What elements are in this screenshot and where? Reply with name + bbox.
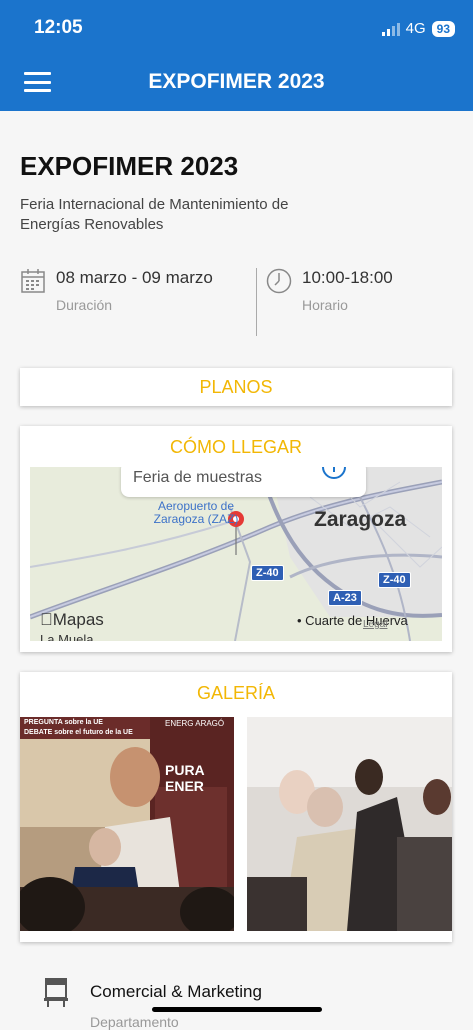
photo-panel-speakers [20, 717, 234, 931]
department-title: Comercial & Marketing [90, 982, 262, 1001]
calendar-icon [21, 269, 45, 293]
hours-info: 10:00-18:00 Horario [266, 268, 393, 313]
map-road-a23: A-23 [328, 590, 362, 606]
status-indicators: 4G 93 [381, 20, 455, 37]
status-time: 12:05 [34, 17, 83, 38]
planos-button[interactable]: PLANOS [20, 368, 452, 406]
como-llegar-card[interactable]: CÓMO LLEGAR Feria de muestras Aeropuerto… [20, 426, 452, 652]
apple-icon:  [40, 610, 53, 629]
home-indicator [152, 1007, 322, 1012]
planos-label: PLANOS [199, 377, 273, 397]
app-header: 12:05 4G 93 EXPOFIMER 2023 [0, 0, 473, 111]
photo-audience [247, 717, 452, 931]
map-airport-label: Aeropuerto de Zaragoza (ZAZ) [153, 499, 239, 526]
map-road-z40-a: Z-40 [251, 565, 284, 581]
map-view[interactable]: Feria de muestras Aeropuerto de Zaragoza… [30, 467, 442, 641]
clock-icon [266, 268, 292, 294]
map-road-z40-b: Z-40 [378, 572, 411, 588]
como-llegar-label: CÓMO LLEGAR [169, 437, 303, 457]
map-legal-link[interactable]: Legal [363, 619, 387, 630]
gallery-photo-1[interactable]: PREGUNTA sobre la UE DEBATE sobre el fut… [20, 717, 234, 931]
dates-info: 08 marzo - 09 marzo Duración [20, 268, 213, 313]
galeria-card[interactable]: GALERÍA PREGUNTA sobre la UE DEBATE sobr… [20, 672, 452, 942]
department-caption: Departamento [90, 1014, 179, 1030]
hours-caption: Horario [302, 297, 348, 313]
dates-value: 08 marzo - 09 marzo [56, 268, 213, 287]
event-subtitle: Feria Internacional de Mantenimiento de … [20, 196, 289, 233]
map-town2-label: La Muela [40, 632, 94, 641]
map-city-label: Zaragoza [314, 508, 407, 531]
map-callout-label: Feria de muestras [133, 469, 262, 486]
maps-logo: Mapas [40, 610, 104, 629]
app-title: EXPOFIMER 2023 [148, 70, 325, 93]
store-icon [44, 978, 68, 1007]
network-label: 4G [405, 20, 426, 37]
map-callout[interactable]: Feria de muestras [121, 467, 366, 497]
dates-caption: Duración [56, 297, 113, 313]
battery-icon: 93 [431, 20, 455, 37]
signal-icon [381, 22, 400, 36]
gallery-photo-2[interactable] [247, 717, 452, 931]
event-title: EXPOFIMER 2023 [20, 151, 239, 181]
department-item[interactable]: Comercial & Marketing Departamento [42, 976, 262, 1030]
galeria-label: GALERÍA [196, 683, 276, 703]
info-divider [256, 268, 257, 336]
map-town-label: • Cuarte de Huerva [297, 613, 408, 628]
info-icon [322, 467, 346, 479]
hours-value: 10:00-18:00 [302, 268, 393, 287]
